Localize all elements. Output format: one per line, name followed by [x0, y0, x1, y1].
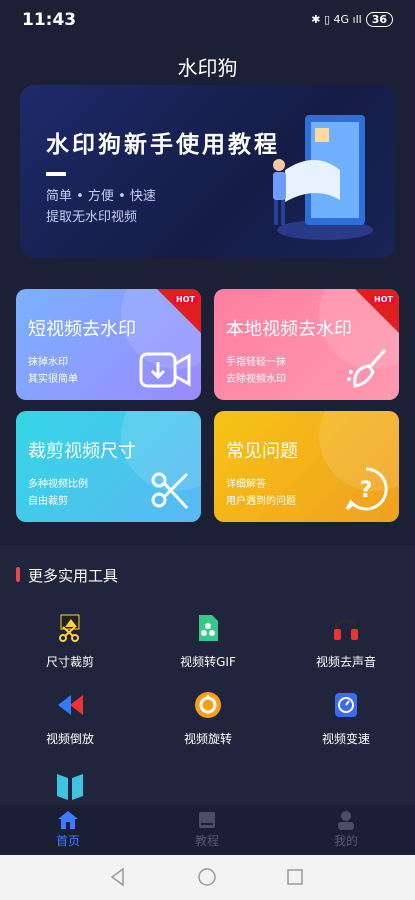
tools-heading: 更多实用工具	[28, 567, 119, 585]
speed-icon	[335, 693, 357, 717]
status-bar: 11:43 ✱ ▯ 4G ıll 36	[0, 0, 415, 40]
system-nav-bar	[0, 855, 415, 900]
section-accent	[16, 567, 20, 582]
status-time: 11:43	[22, 10, 77, 30]
card-line2: 用户遇到的问题	[226, 496, 296, 507]
tool-label: 视频变速	[321, 732, 370, 746]
tool-more[interactable]	[5, 770, 135, 804]
home-icon	[58, 811, 78, 829]
svg-text:?: ?	[360, 478, 373, 503]
question-icon: ?	[345, 467, 388, 511]
video-download-icon	[139, 352, 191, 388]
signal-icons: ✱ ▯ 4G ıll	[311, 13, 362, 26]
tool-reverse[interactable]: 视频倒放	[5, 690, 135, 747]
card-title: 常见问题	[226, 441, 298, 462]
card-local-video-watermark[interactable]: HOT 本地视频去水印 手指轻轻一抹 去除视频水印	[214, 289, 399, 400]
banner-caption: 提取无水印视频	[46, 210, 138, 225]
tool-crop[interactable]: 尺寸裁剪	[5, 613, 135, 670]
brush-icon	[347, 349, 387, 388]
gif-icon	[199, 615, 218, 641]
tools-section: 更多实用工具 尺寸裁剪 视频转GIF 视频去声音 视频倒放 视频旋转 视频变速	[0, 545, 415, 805]
tool-label: 尺寸裁剪	[45, 655, 94, 669]
card-line2: 自由裁剪	[28, 496, 68, 507]
card-faq[interactable]: 常见问题 详细解答 用户遇到的问题 ?	[214, 411, 399, 522]
tool-label: 视频去声音	[315, 655, 376, 669]
tool-speed[interactable]: 视频变速	[281, 690, 411, 747]
card-line1: 手指轻轻一抹	[226, 357, 286, 368]
tool-video-to-gif[interactable]: 视频转GIF	[143, 613, 273, 670]
card-line1: 抹掉水印	[28, 357, 68, 368]
card-line1: 多种视频比例	[28, 479, 88, 490]
tab-home[interactable]: 首页	[18, 810, 118, 849]
book-icon	[57, 774, 83, 800]
rewind-icon	[58, 695, 83, 715]
recents-icon[interactable]	[285, 867, 305, 887]
hot-badge-label: HOT	[173, 295, 198, 304]
tool-remove-audio[interactable]: 视频去声音	[281, 613, 411, 670]
banner-illustration	[273, 115, 373, 240]
page-title: 水印狗	[177, 56, 238, 80]
tutorial-icon	[199, 812, 215, 828]
tool-label: 视频旋转	[183, 732, 232, 746]
card-line2: 去除视频水印	[226, 374, 286, 385]
card-crop-video-size[interactable]: 裁剪视频尺寸 多种视频比例 自由裁剪	[16, 411, 201, 522]
card-line2: 其实很简单	[28, 374, 78, 385]
home-circle-icon[interactable]	[197, 867, 217, 887]
headphones-icon	[333, 618, 359, 640]
banner-divider	[46, 172, 66, 176]
tab-label: 我的	[333, 834, 358, 848]
status-icons: ✱ ▯ 4G ıll 36	[311, 12, 393, 27]
tool-label: 视频转GIF	[180, 655, 236, 669]
card-title: 短视频去水印	[28, 319, 136, 340]
bottom-tab-bar: 首页 教程 我的	[0, 805, 415, 855]
scissors-icon	[151, 472, 189, 510]
card-line1: 详细解答	[226, 479, 266, 490]
crop-icon	[59, 614, 80, 642]
banner-subtitle: 简单 • 方便 • 快速	[46, 189, 156, 204]
tab-label: 教程	[194, 834, 219, 848]
card-short-video-watermark[interactable]: HOT 短视频去水印 抹掉水印 其实很简单	[16, 289, 201, 400]
hot-badge-label: HOT	[371, 295, 396, 304]
tab-tutorial[interactable]: 教程	[157, 810, 257, 849]
battery-icon: 36	[365, 12, 393, 27]
tutorial-banner[interactable]: 水印狗新手使用教程 简单 • 方便 • 快速 提取无水印视频	[20, 85, 395, 258]
tab-profile[interactable]: 我的	[296, 810, 396, 849]
tool-label: 视频倒放	[45, 732, 94, 746]
card-title: 本地视频去水印	[226, 319, 352, 340]
tab-label: 首页	[55, 834, 80, 848]
tool-rotate[interactable]: 视频旋转	[143, 690, 273, 747]
rotate-icon	[195, 692, 221, 718]
card-title: 裁剪视频尺寸	[28, 441, 136, 462]
back-icon[interactable]	[108, 867, 128, 887]
banner-title: 水印狗新手使用教程	[46, 132, 280, 158]
profile-icon	[338, 811, 354, 830]
